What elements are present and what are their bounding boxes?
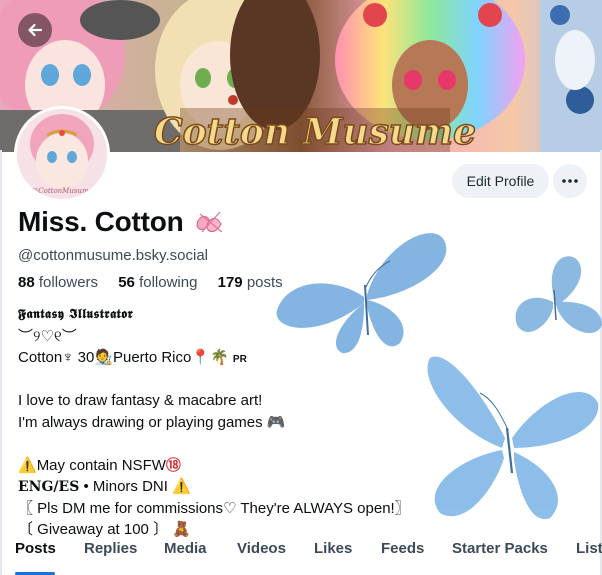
- bio-line-8: ⚠️May contain NSFW⑱: [18, 455, 410, 477]
- bio-line-3-b: Puerto Rico: [112, 349, 192, 366]
- edit-profile-button[interactable]: Edit Profile: [452, 164, 549, 198]
- profile-page: Cotton Musume @CottonMusume Edit Profile: [0, 0, 602, 575]
- profile-bio: 𝕱𝖆𝖓𝖙𝖆𝖘𝖞 𝕴𝖑𝖑𝖚𝖘𝖙𝖗𝖆𝖙𝖔𝖗 ︶୨♡୧︶ Cotton♆ 30🧑‍🎨P…: [18, 304, 410, 541]
- teddy-bear-icon: 🧸: [172, 521, 191, 538]
- avatar-artwork: @CottonMusume: [17, 109, 107, 199]
- followers-stat[interactable]: 88 followers: [18, 274, 106, 291]
- bio-line-6: I'm always drawing or playing games 🎮: [18, 413, 286, 431]
- person-emoji-icon: 🧑‍🎨: [94, 349, 113, 366]
- posts-count: 179: [217, 274, 243, 291]
- bio-line-9-a: ENG/ES: [18, 479, 80, 495]
- handle: @cottonmusume.bsky.social: [18, 247, 209, 264]
- tab-starter-packs[interactable]: Starter Packs: [452, 540, 548, 557]
- bio-line-11: 〔 Giveaway at 100 〕 🧸: [18, 519, 410, 541]
- tab-replies[interactable]: Replies: [84, 540, 137, 557]
- following-count: 56: [118, 274, 135, 291]
- following-stat[interactable]: 56 following: [118, 274, 205, 291]
- posts-stat: 179 posts: [218, 274, 291, 291]
- ellipsis-icon: [562, 179, 578, 183]
- posts-label: posts: [246, 274, 283, 291]
- bio-line-10: 〖 Pls DM me for commissions♡ They're ALW…: [18, 499, 410, 517]
- profile-stats: 88 followers 56 following 179 posts: [18, 274, 299, 291]
- tab-media[interactable]: Media: [164, 540, 207, 557]
- ballet-shoes-icon: [196, 211, 223, 233]
- avatar-caption: @CottonMusume: [31, 187, 92, 195]
- tab-videos[interactable]: Videos: [237, 540, 286, 557]
- bio-line-3-a: Cotton♆ 30: [18, 349, 95, 366]
- bio-line-3-c: PR: [232, 354, 247, 365]
- tab-posts[interactable]: Posts: [15, 540, 56, 557]
- tab-feeds[interactable]: Feeds: [381, 540, 424, 557]
- followers-count: 88: [18, 274, 35, 291]
- bio-line-11-text: 〔 Giveaway at 100 〕: [18, 521, 169, 538]
- more-options-button[interactable]: [553, 164, 587, 198]
- bio-line-5: I love to draw fantasy & macabre art!: [18, 392, 263, 409]
- arrow-left-icon: [28, 23, 43, 37]
- tab-likes[interactable]: Likes: [314, 540, 352, 557]
- warning-icon-2: ⚠️: [172, 478, 191, 495]
- bio-line-2: ︶୨♡୧︶: [18, 327, 77, 345]
- palm-tree-icon: 🌴: [210, 349, 229, 366]
- bio-line-4: [18, 369, 410, 391]
- bio-line-8-b: ⑱: [165, 456, 181, 474]
- warning-icon: ⚠️: [18, 456, 37, 474]
- display-name-row: Miss. Cotton: [18, 206, 226, 238]
- profile-tabs: Posts Replies Media Videos Likes Feeds S…: [0, 540, 602, 575]
- display-name: Miss. Cotton: [18, 206, 184, 237]
- butterfly-decoration-2: [515, 256, 602, 334]
- bio-line-8-a: May contain NSFW: [36, 456, 166, 474]
- bio-line-9-b: • Minors DNI: [79, 478, 173, 495]
- back-button[interactable]: [18, 13, 52, 47]
- following-label: following: [139, 274, 198, 291]
- left-border: [0, 150, 2, 575]
- bio-line-9: ENG/ES • Minors DNI ⚠️: [18, 476, 410, 498]
- butterfly-decoration-3: [427, 356, 599, 520]
- pin-icon: 📍: [191, 349, 211, 366]
- bio-line-3: Cotton♆ 30🧑‍🎨Puerto Rico📍🌴 PR: [18, 347, 410, 369]
- followers-label: followers: [38, 274, 99, 291]
- banner-title: Cotton Musume: [154, 111, 476, 152]
- tab-lists[interactable]: List: [576, 540, 602, 557]
- bio-line-1: 𝕱𝖆𝖓𝖙𝖆𝖘𝖞 𝕴𝖑𝖑𝖚𝖘𝖙𝖗𝖆𝖙𝖔𝖗: [18, 307, 134, 322]
- bio-line-7: [18, 433, 410, 455]
- avatar[interactable]: @CottonMusume: [14, 106, 110, 202]
